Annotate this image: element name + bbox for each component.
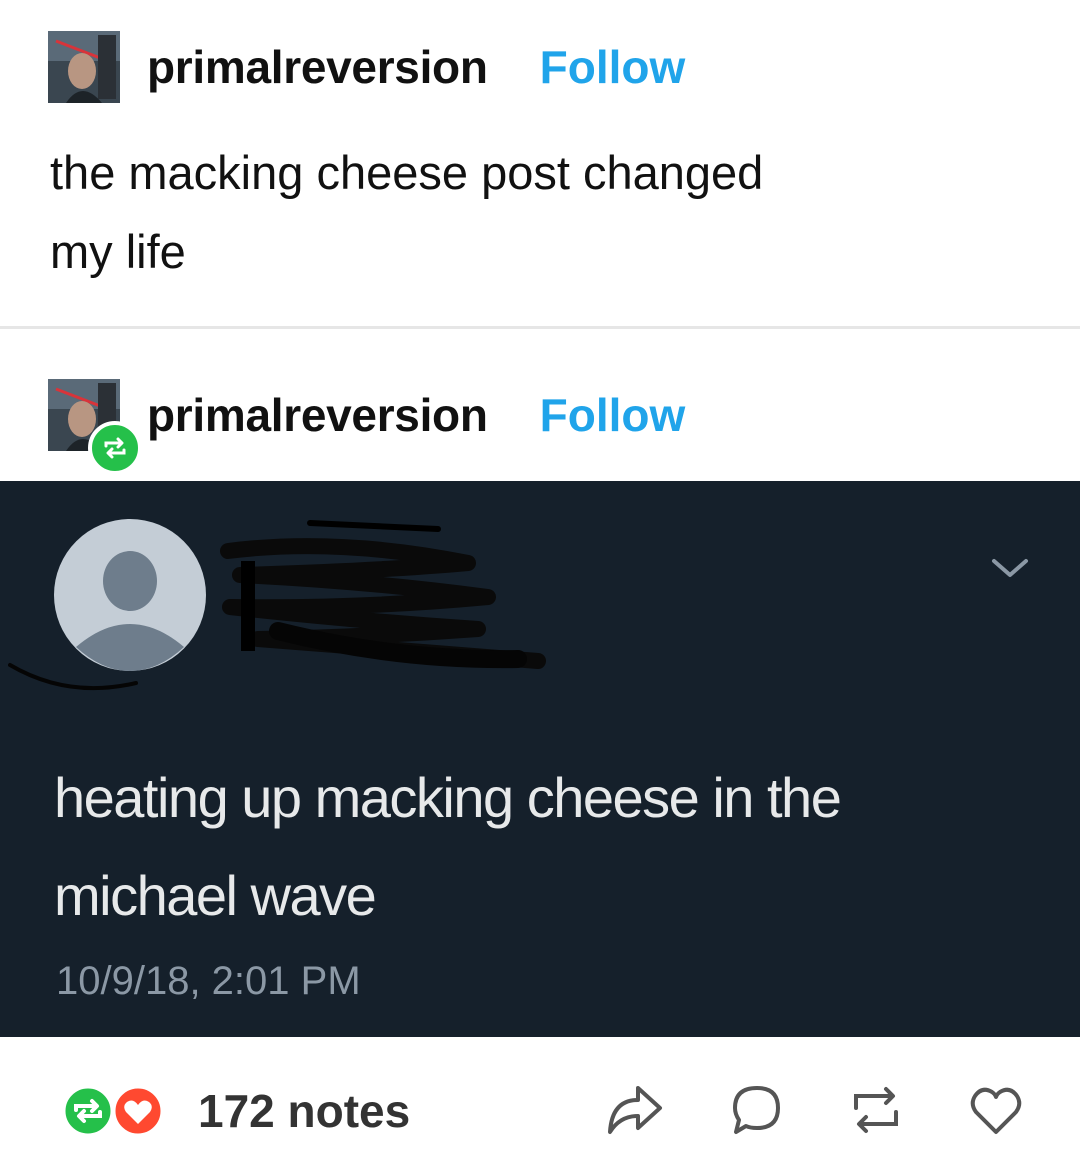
follow-button[interactable]: Follow [540, 40, 686, 94]
user-avatar[interactable] [48, 31, 120, 103]
default-avatar-icon [54, 519, 206, 676]
stray-mark [8, 659, 148, 704]
follow-button[interactable]: Follow [540, 388, 686, 442]
notes-count[interactable]: 172 notes [198, 1084, 410, 1138]
reply-icon[interactable] [730, 1082, 784, 1143]
like-icon[interactable] [968, 1082, 1024, 1143]
username[interactable]: primalreversion [147, 388, 488, 442]
post-header: primalreversion Follow [48, 31, 685, 103]
tweet-timestamp: 10/9/18, 2:01 PM [56, 959, 361, 1003]
tweet-text: heating up macking cheese in the michael… [54, 749, 1034, 945]
tweet-text-line: michael wave [54, 864, 377, 927]
redacted-name [218, 511, 558, 686]
chevron-down-icon[interactable] [990, 557, 1030, 586]
reblog-icon [88, 421, 142, 475]
tweet-image: heating up macking cheese in the michael… [0, 481, 1080, 1037]
reblog-action-icon[interactable] [848, 1082, 904, 1143]
notes-icons[interactable] [60, 1084, 170, 1143]
share-icon[interactable] [606, 1082, 664, 1143]
post-text-line: my life [50, 225, 186, 278]
post-text-line: the macking cheese post changed [50, 146, 764, 199]
tweet-text-line: heating up macking cheese in the [54, 766, 842, 829]
divider [0, 326, 1080, 329]
user-avatar[interactable] [48, 379, 142, 475]
reblog-icon [62, 1085, 114, 1137]
post-footer: 172 notes [0, 1076, 1080, 1146]
post-body: the macking cheese post changed my life [50, 133, 950, 291]
username[interactable]: primalreversion [147, 40, 488, 94]
reblog-header: primalreversion Follow [48, 379, 686, 475]
